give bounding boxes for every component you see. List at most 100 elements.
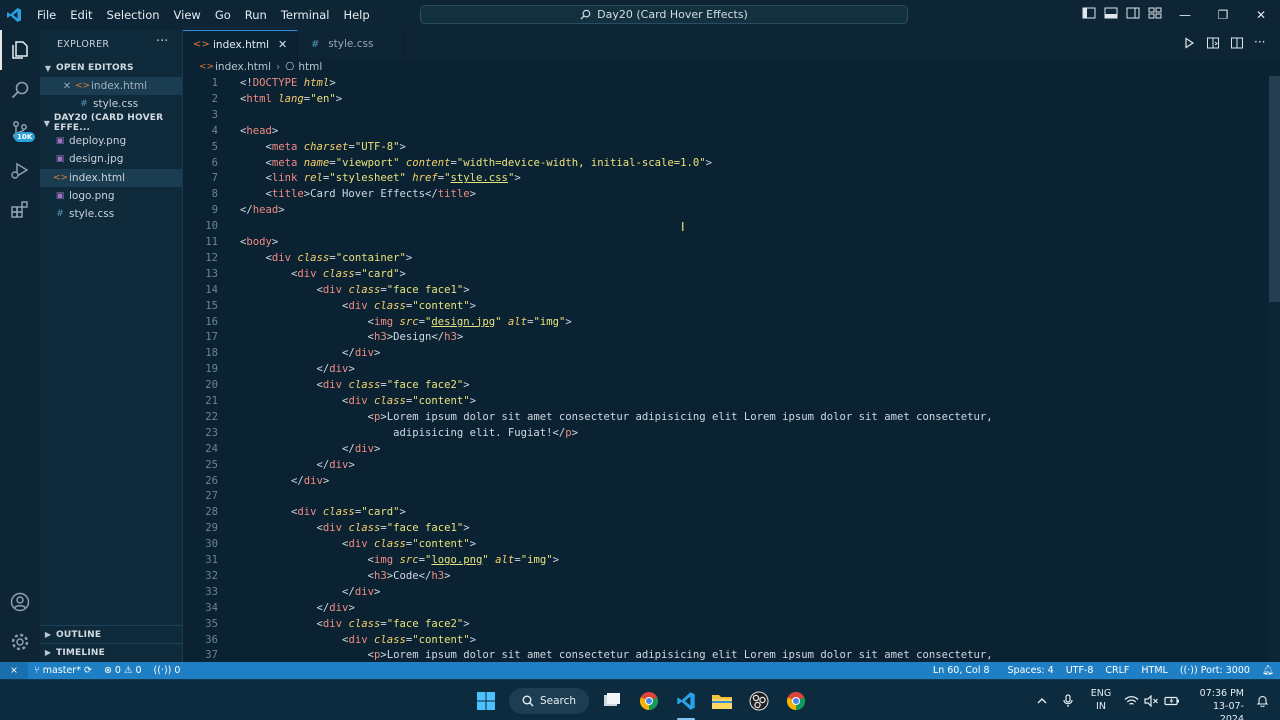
manage-gear-icon[interactable]	[0, 622, 40, 662]
code-line[interactable]: 37 <p>Lorem ipsum dolor sit amet consect…	[183, 648, 1263, 662]
remote-indicator-icon[interactable]: ⨯	[0, 662, 28, 679]
menu-terminal[interactable]: Terminal	[274, 0, 337, 30]
end-of-line[interactable]: CRLF	[1099, 665, 1135, 676]
code-line[interactable]: 8 <title>Card Hover Effects</title>	[183, 187, 1263, 203]
toggle-secondary-sidebar-icon[interactable]	[1126, 6, 1140, 20]
indentation[interactable]: Spaces: 4	[1002, 665, 1060, 676]
file-index-html[interactable]: <> index.html	[40, 169, 182, 187]
code-line[interactable]: 22 <p>Lorem ipsum dolor sit amet consect…	[183, 410, 1263, 426]
show-hidden-icons-icon[interactable]	[1036, 680, 1048, 720]
notification-bell-icon[interactable]	[1256, 680, 1269, 720]
code-line[interactable]: 2 <html lang="en">	[183, 92, 1263, 108]
file-explorer-icon[interactable]	[710, 689, 734, 713]
code-line[interactable]: 27	[183, 489, 1263, 505]
more-actions-icon[interactable]: ···	[156, 34, 168, 49]
code-line[interactable]: 6 <meta name="viewport" content="width=d…	[183, 156, 1263, 172]
menu-run[interactable]: Run	[238, 0, 274, 30]
encoding[interactable]: UTF-8	[1060, 665, 1100, 676]
section-project-folder[interactable]: ▼ DAY20 (CARD HOVER EFFE...	[40, 113, 183, 133]
code-line[interactable]: 36 <div class="content">	[183, 633, 1263, 649]
language-mode[interactable]: HTML	[1135, 665, 1173, 676]
cursor-position[interactable]: Ln 60, Col 8	[927, 665, 996, 676]
code-line[interactable]: 26 </div>	[183, 474, 1263, 490]
breadcrumb-symbol[interactable]: html	[298, 61, 322, 73]
menu-view[interactable]: View	[167, 0, 208, 30]
obs-icon[interactable]	[747, 689, 771, 713]
task-view-icon[interactable]	[600, 689, 624, 713]
more-icon[interactable]: ···	[1254, 36, 1268, 50]
ports-status[interactable]: ((·)) 0	[148, 665, 187, 676]
search-icon[interactable]	[0, 70, 40, 110]
close-editor-icon[interactable]: ✕	[61, 81, 73, 92]
vscode-taskbar-icon[interactable]	[674, 689, 698, 713]
code-line[interactable]: 32 <h3>Code</h3>	[183, 569, 1263, 585]
notifications-icon[interactable]: 🔔︎	[1256, 665, 1280, 676]
volume-muted-icon[interactable]	[1144, 680, 1159, 720]
section-outline[interactable]: ▶ OUTLINE	[40, 625, 183, 643]
open-editor-style-css[interactable]: # style.css	[40, 95, 182, 113]
code-line[interactable]: 18 </div>	[183, 346, 1263, 362]
vscode-logo-icon[interactable]	[0, 0, 28, 30]
run-icon[interactable]	[1182, 36, 1196, 50]
command-center[interactable]: Day20 (Card Hover Effects)	[420, 5, 908, 24]
code-line[interactable]: 35 <div class="face face2">	[183, 617, 1263, 633]
code-line[interactable]: 1 <!DOCTYPE html>	[183, 76, 1263, 92]
problems-status[interactable]: ⊗ 0 ⚠ 0	[98, 665, 148, 676]
vertical-scrollbar[interactable]	[1269, 76, 1280, 662]
live-server-status[interactable]: ((·)) Port: 3000	[1174, 665, 1256, 676]
file-design-jpg[interactable]: ▣ design.jpg	[40, 150, 182, 168]
scrollbar-thumb[interactable]	[1269, 76, 1280, 302]
code-line[interactable]: 20 <div class="face face2">	[183, 378, 1263, 394]
account-icon[interactable]	[0, 582, 40, 622]
code-line[interactable]: 34 </div>	[183, 601, 1263, 617]
code-line[interactable]: 23 adipisicing elit. Fugiat!</p>	[183, 426, 1263, 442]
file-deploy-png[interactable]: ▣ deploy.png	[40, 132, 182, 150]
code-line[interactable]: 25 </div>	[183, 458, 1263, 474]
code-line[interactable]: 31 <img src="logo.png" alt="img">	[183, 553, 1263, 569]
breadcrumb-file[interactable]: index.html	[215, 61, 271, 73]
code-line[interactable]: 33 </div>	[183, 585, 1263, 601]
code-line[interactable]: 19 </div>	[183, 362, 1263, 378]
code-line[interactable]: 28 <div class="card">	[183, 505, 1263, 521]
code-line[interactable]: 10	[183, 219, 1263, 235]
code-line[interactable]: 13 <div class="card">	[183, 267, 1263, 283]
explorer-icon[interactable]	[0, 30, 40, 70]
menu-go[interactable]: Go	[208, 0, 238, 30]
taskbar-search[interactable]: Search	[509, 688, 589, 714]
file-style-css[interactable]: # style.css	[40, 205, 182, 223]
code-line[interactable]: 29 <div class="face face1">	[183, 521, 1263, 537]
minimize-icon[interactable]: —	[1166, 0, 1204, 30]
code-line[interactable]: 11 <body>	[183, 235, 1263, 251]
microphone-icon[interactable]	[1062, 680, 1074, 720]
battery-charging-icon[interactable]	[1164, 680, 1180, 720]
chrome-icon[interactable]	[637, 689, 661, 713]
input-language[interactable]: ENG IN	[1088, 687, 1114, 713]
code-line[interactable]: 4 <head>	[183, 124, 1263, 140]
code-line[interactable]: 9 </head>	[183, 203, 1263, 219]
wifi-icon[interactable]	[1124, 680, 1139, 720]
code-line[interactable]: 16 <img src="design.jpg" alt="img">	[183, 315, 1263, 331]
run-debug-icon[interactable]	[0, 150, 40, 190]
code-line[interactable]: 12 <div class="container">	[183, 251, 1263, 267]
code-line[interactable]: 3	[183, 108, 1263, 124]
code-line[interactable]: 14 <div class="face face1">	[183, 283, 1263, 299]
menu-edit[interactable]: Edit	[63, 0, 99, 30]
code-line[interactable]: 21 <div class="content">	[183, 394, 1263, 410]
restore-icon[interactable]: ❐	[1204, 0, 1242, 30]
toggle-primary-sidebar-icon[interactable]	[1082, 6, 1096, 20]
menu-help[interactable]: Help	[336, 0, 376, 30]
code-line[interactable]: 7 <link rel="stylesheet" href="style.css…	[183, 171, 1263, 187]
section-timeline[interactable]: ▶ TIMELINE	[40, 643, 183, 661]
split-editor-icon[interactable]	[1230, 36, 1244, 50]
open-editor-index-html[interactable]: ✕ <> index.html	[40, 77, 182, 95]
file-logo-png[interactable]: ▣ logo.png	[40, 187, 182, 205]
close-window-icon[interactable]: ✕	[1242, 0, 1280, 30]
menu-file[interactable]: File	[30, 0, 63, 30]
code-line[interactable]: 17 <h3>Design</h3>	[183, 330, 1263, 346]
extensions-icon[interactable]	[0, 190, 40, 230]
close-tab-icon[interactable]: ✕	[278, 38, 287, 51]
open-preview-icon[interactable]	[1206, 36, 1220, 50]
code-line[interactable]: 30 <div class="content">	[183, 537, 1263, 553]
code-line[interactable]: 24 </div>	[183, 442, 1263, 458]
tab-style-css[interactable]: # style.css	[298, 30, 405, 58]
